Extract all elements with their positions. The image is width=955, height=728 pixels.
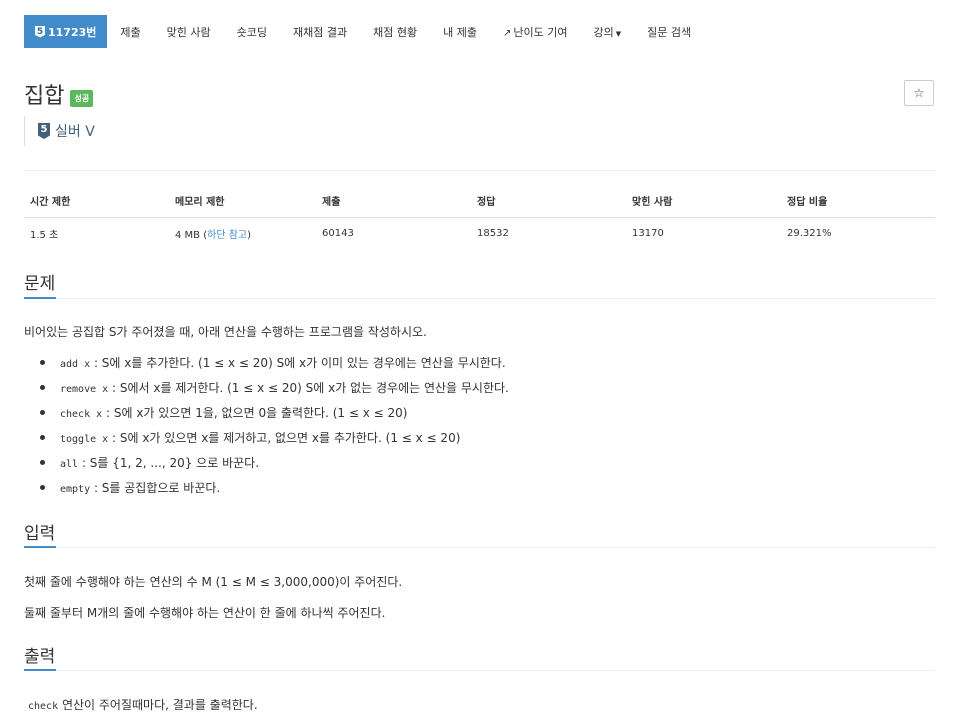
tier-label: 실버 V [55, 124, 95, 140]
op-text: : S에 x가 있으면 1을, 없으면 0을 출력한다. (1 ≤ x ≤ 20… [105, 406, 408, 420]
page: 5 11723번 제출 맞힌 사람 숏코딩 재채점 결과 채점 현황 내 제출 … [0, 0, 955, 728]
cell-memory-limit: 4 MB (하단 참고) [175, 230, 252, 241]
header-memory-limit: 메모리 제한 [169, 188, 316, 218]
nav-difficulty-label: 난이도 기여 [513, 25, 568, 39]
status-badge: 성공 [70, 89, 94, 107]
nav-status[interactable]: 채점 현황 [360, 24, 430, 40]
table-row: 1.5 초 4 MB (하단 참고) 60143 18532 13170 29.… [24, 218, 935, 250]
section-underline [24, 297, 56, 299]
section-underline [24, 546, 56, 548]
star-icon: ☆ [913, 86, 925, 100]
nav-qna[interactable]: 질문 검색 [634, 24, 704, 40]
operations-list: add x : S에 x를 추가한다. (1 ≤ x ≤ 20) S에 x가 이… [24, 352, 509, 502]
nav-problem-number[interactable]: 5 11723번 [24, 15, 108, 48]
memory-value: 4 MB [175, 230, 201, 241]
section-title-input: 입력 [24, 524, 56, 544]
cell-solvers: 13170 [632, 228, 664, 239]
nav-lecture[interactable]: 강의 ▼ [580, 24, 634, 40]
header-ratio: 정답 비율 [781, 188, 935, 218]
list-item: all : S를 {1, 2, ..., 20} 으로 바꾼다. [40, 452, 509, 477]
problem-title-row: 집합 성공 [24, 78, 94, 110]
memory-note-link[interactable]: 하단 참고 [207, 230, 247, 241]
divider [24, 170, 935, 171]
op-text: : S에 x를 추가한다. (1 ≤ x ≤ 20) S에 x가 이미 있는 경… [93, 356, 506, 370]
list-item: toggle x : S에 x가 있으면 x를 제거하고, 없으면 x를 추가한… [40, 427, 509, 452]
nav-qna-label: 질문 검색 [647, 25, 692, 39]
op-text: : S를 {1, 2, ..., 20} 으로 바꾼다. [81, 456, 260, 470]
list-item: empty : S를 공집합으로 바꾼다. [40, 477, 509, 502]
table-header-row: 시간 제한 메모리 제한 제출 정답 맞힌 사람 정답 비율 [24, 188, 935, 218]
op-code: toggle x [60, 434, 109, 445]
op-code: check x [60, 409, 103, 420]
tier-badge-icon: 5 [35, 25, 45, 38]
nav-rejudge-label: 재채점 결과 [293, 25, 348, 39]
favorite-button[interactable]: ☆ [904, 80, 934, 106]
tier-info: 5 실버 V [24, 116, 95, 146]
op-text: : S에서 x를 제거한다. (1 ≤ x ≤ 20) S에 x가 없는 경우에… [112, 381, 509, 395]
external-link-icon: ↗ [502, 27, 512, 39]
list-item: remove x : S에서 x를 제거한다. (1 ≤ x ≤ 20) S에 … [40, 377, 509, 402]
output-text: 연산이 주어질때마다, 결과를 출력한다. [61, 698, 258, 712]
section-title-output: 출력 [24, 647, 56, 667]
op-code: empty [60, 484, 91, 495]
op-text: : S를 공집합으로 바꾼다. [93, 481, 221, 495]
cell-ratio: 29.321% [787, 228, 832, 239]
input-line-1: 첫째 줄에 수행해야 하는 연산의 수 M (1 ≤ M ≤ 3,000,000… [24, 575, 403, 589]
op-text: : S에 x가 있으면 x를 제거하고, 없으면 x를 추가한다. (1 ≤ x… [112, 431, 461, 445]
cell-time-limit: 1.5 초 [30, 230, 59, 241]
nav-short-coding[interactable]: 숏코딩 [224, 24, 280, 40]
header-time-limit: 시간 제한 [24, 188, 169, 218]
nav-lecture-label: 강의 [593, 25, 614, 39]
header-solvers: 맞힌 사람 [626, 188, 781, 218]
section-title-description: 문제 [24, 274, 56, 294]
nav-difficulty[interactable]: ↗ 난이도 기여 [490, 24, 581, 40]
input-line-2: 둘째 줄부터 M개의 줄에 수행해야 하는 연산이 한 줄에 하나씩 주어진다. [24, 606, 386, 620]
section-divider [24, 547, 935, 548]
problem-info-table: 시간 제한 메모리 제한 제출 정답 맞힌 사람 정답 비율 1.5 초 4 M… [24, 188, 935, 249]
nav-my-submissions[interactable]: 내 제출 [430, 24, 490, 40]
nav-submit[interactable]: 제출 [107, 24, 153, 40]
nav-my-submissions-label: 내 제출 [443, 25, 477, 39]
caret-down-icon: ▼ [615, 29, 622, 38]
section-underline [24, 669, 56, 671]
header-submissions: 제출 [316, 188, 471, 218]
nav-solvers[interactable]: 맞힌 사람 [154, 24, 224, 40]
nav-solvers-label: 맞힌 사람 [166, 25, 211, 39]
header-accepted: 정답 [471, 188, 626, 218]
section-divider [24, 670, 935, 671]
op-code: all [60, 459, 79, 470]
op-code: add x [60, 359, 91, 370]
cell-submissions: 60143 [322, 228, 354, 239]
problem-nav: 5 11723번 제출 맞힌 사람 숏코딩 재채점 결과 채점 현황 내 제출 … [24, 15, 704, 48]
nav-submit-label: 제출 [120, 25, 141, 39]
op-code: remove x [60, 384, 109, 395]
output-code: check [28, 701, 59, 712]
tier-badge-icon: 5 [38, 123, 50, 139]
nav-problem-number-label: 11723번 [48, 25, 97, 39]
nav-short-coding-label: 숏코딩 [236, 25, 267, 39]
list-item: add x : S에 x를 추가한다. (1 ≤ x ≤ 20) S에 x가 이… [40, 352, 509, 377]
cell-accepted: 18532 [477, 228, 509, 239]
nav-status-label: 채점 현황 [373, 25, 418, 39]
nav-rejudge[interactable]: 재채점 결과 [280, 24, 360, 40]
problem-title: 집합 [24, 84, 65, 109]
output-text-line: check 연산이 주어질때마다, 결과를 출력한다. [24, 696, 258, 713]
description-intro: 비어있는 공집합 S가 주어졌을 때, 아래 연산을 수행하는 프로그램을 작성… [24, 325, 427, 339]
list-item: check x : S에 x가 있으면 1을, 없으면 0을 출력한다. (1 … [40, 402, 509, 427]
section-divider [24, 298, 935, 299]
